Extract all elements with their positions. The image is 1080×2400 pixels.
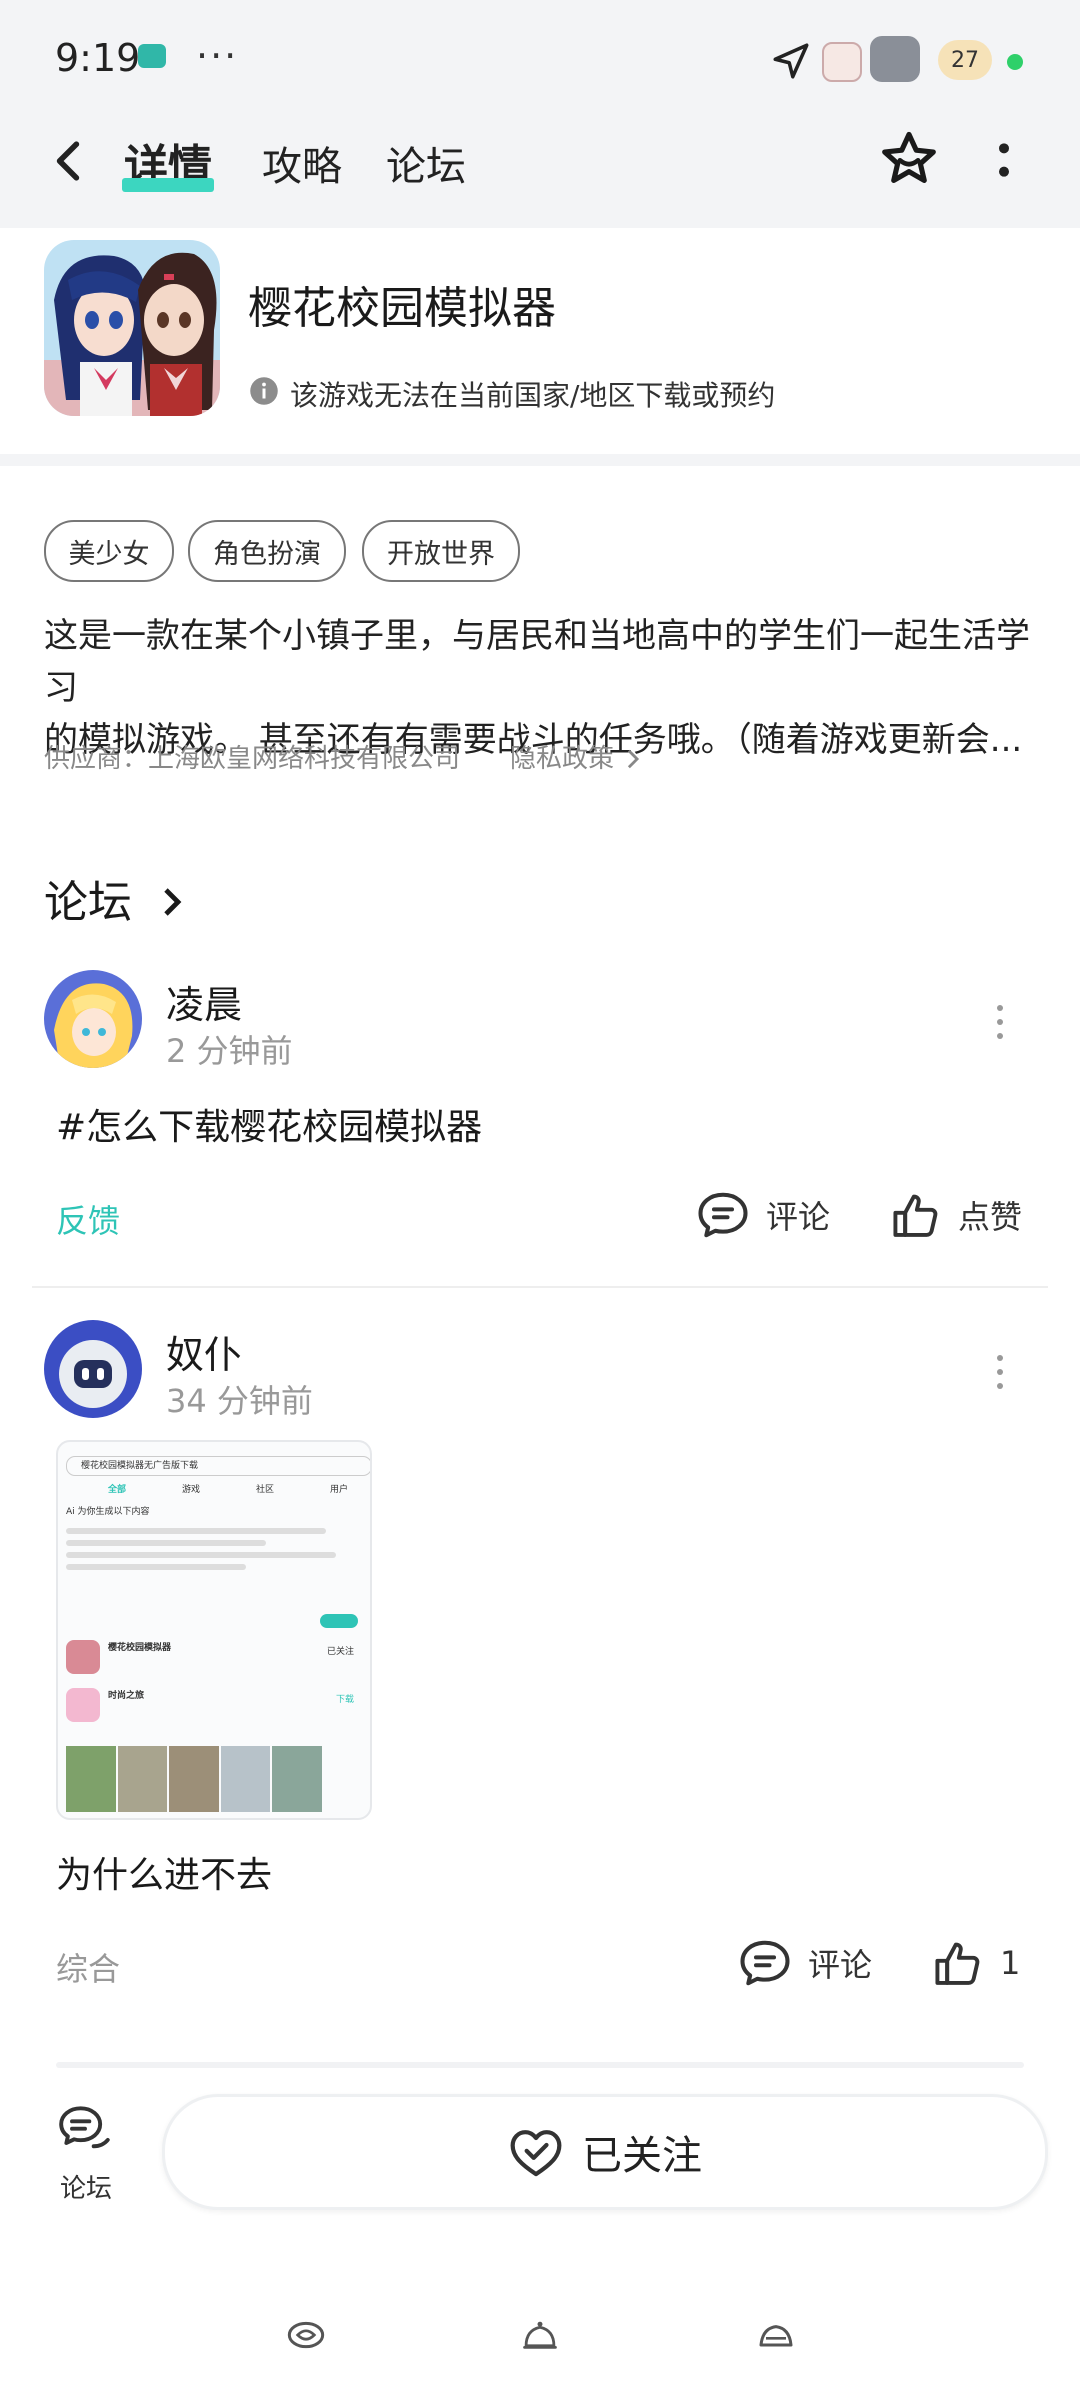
system-nav-home-icon[interactable] (520, 2318, 560, 2352)
comment-icon (698, 1192, 748, 1238)
bottom-bar-shadow-line (56, 2062, 1024, 2068)
thumb-search-text: 樱花校园模拟器无广告版下载 (81, 1461, 199, 1471)
heart-check-icon (510, 2130, 562, 2177)
forum-chat-icon[interactable] (56, 2104, 114, 2156)
comment-icon (740, 1940, 790, 1986)
post-category[interactable]: 综合 (56, 1944, 120, 1990)
notification-badge: 27 (938, 40, 992, 80)
like-button[interactable]: 1 (932, 1938, 1020, 1988)
comment-button[interactable]: 评论 (738, 1938, 872, 1988)
thumb-tabs: 全部 游戏 社区 用户 (108, 1482, 348, 1495)
tag-role-play[interactable]: 角色扮演 (188, 520, 346, 582)
tab-guides[interactable]: 攻略 (262, 134, 342, 192)
system-nav-back-icon[interactable] (286, 2318, 326, 2352)
section-divider (0, 454, 1080, 466)
system-nav-recent-icon[interactable] (756, 2318, 796, 2352)
thumb-gallery (66, 1746, 322, 1812)
status-more-dots: ··· (196, 34, 239, 78)
status-dot-icon (1007, 54, 1023, 70)
thumbs-up-icon (935, 1942, 980, 1985)
post-time: 2 分钟前 (166, 1032, 293, 1070)
like-count: 1 (1000, 1944, 1021, 1982)
cat-sticker-icon (822, 42, 862, 82)
follow-button[interactable]: 已关注 (162, 2094, 1048, 2210)
post-divider (32, 1286, 1048, 1288)
favorite-star-icon[interactable] (878, 128, 940, 190)
post-time: 34 分钟前 (166, 1382, 313, 1420)
info-icon (250, 377, 278, 405)
tag-label: 美少女 (68, 538, 150, 570)
thumb-green-button (320, 1614, 358, 1628)
dog-sticker-icon (870, 36, 920, 82)
thumb-tab: 游戏 (181, 1485, 200, 1495)
comment-label: 评论 (808, 1946, 873, 1984)
thumb-app-row: 时尚之旅 下载 (66, 1686, 362, 1726)
badge-count: 27 (951, 47, 979, 73)
forum-section-header[interactable]: 论坛 (44, 866, 182, 930)
chevron-right-icon (164, 888, 182, 916)
forum-nav-label[interactable]: 论坛 (60, 2168, 112, 2205)
comment-label: 评论 (766, 1198, 831, 1236)
thumb-app1-name: 樱花校园模拟器 (108, 1643, 172, 1653)
app-title: 樱花校园模拟器 (248, 283, 556, 334)
location-icon (773, 43, 809, 79)
thumb-app2-action: 下载 (335, 1695, 354, 1705)
thumb-app-row: 樱花校园模拟器 已关注 (66, 1638, 362, 1678)
chevron-right-icon (628, 749, 640, 769)
tab-forum[interactable]: 论坛 (386, 134, 466, 192)
back-arrow-icon[interactable] (54, 138, 82, 184)
description-line-1: 这是一款在某个小镇子里，与居民和当地高中的学生们一起生活学习 (44, 616, 1030, 708)
post-image[interactable]: 樱花校园模拟器无广告版下载 全部 游戏 社区 用户 Ai 为你生成以下内容 樱花… (56, 1440, 372, 1820)
forum-section-title: 论坛 (44, 877, 132, 928)
comment-button[interactable]: 评论 (696, 1190, 830, 1240)
like-label: 点赞 (958, 1198, 1023, 1236)
post-username[interactable]: 凌晨 (166, 974, 242, 1029)
post-text[interactable]: #怎么下载樱花校园模拟器 (56, 1098, 482, 1150)
more-vertical-icon[interactable] (995, 1352, 1005, 1392)
thumb-search-bar: 樱花校园模拟器无广告版下载 (66, 1456, 370, 1476)
follow-label: 已关注 (582, 2133, 702, 2179)
region-notice: 该游戏无法在当前国家/地区下载或预约 (290, 379, 776, 412)
tag-open-world[interactable]: 开放世界 (362, 520, 520, 582)
thumb-app2-name: 时尚之旅 (108, 1691, 145, 1701)
tag-label: 开放世界 (387, 538, 495, 570)
privacy-label: 隐私政策 (510, 744, 615, 774)
tab-active-indicator (122, 178, 214, 192)
post-username[interactable]: 奴仆 (166, 1324, 242, 1379)
post-text[interactable]: 为什么进不去 (56, 1846, 272, 1898)
provider-text: 供应商：上海欧皇网络科技有限公司 (44, 744, 461, 774)
status-app-icon (138, 44, 166, 68)
status-time: 9:19 (55, 36, 141, 80)
tag-pretty-girl[interactable]: 美少女 (44, 520, 174, 582)
avatar[interactable] (44, 970, 142, 1068)
tag-label: 角色扮演 (213, 538, 321, 570)
thumb-tab: 社区 (255, 1485, 274, 1495)
more-vertical-icon[interactable] (994, 140, 1014, 180)
more-vertical-icon[interactable] (995, 1002, 1005, 1042)
post-category[interactable]: 反馈 (56, 1196, 120, 1242)
thumbs-up-icon (893, 1194, 938, 1237)
privacy-policy-link[interactable]: 隐私政策 (510, 738, 640, 775)
thumb-ai-line: Ai 为你生成以下内容 (66, 1507, 150, 1517)
thumb-tab: 用户 (329, 1485, 348, 1495)
app-icon (44, 240, 220, 416)
avatar[interactable] (44, 1320, 142, 1418)
thumb-ai-block (66, 1522, 356, 1592)
thumb-tab: 全部 (108, 1485, 127, 1495)
like-button[interactable]: 点赞 (890, 1190, 1022, 1240)
thumb-app1-action: 已关注 (326, 1647, 354, 1657)
